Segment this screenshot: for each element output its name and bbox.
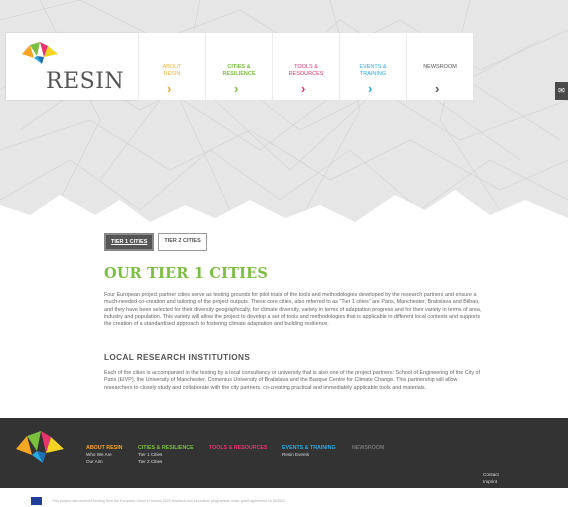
chevron-right-icon: › (435, 81, 440, 96)
mail-icon: ✉ (558, 86, 565, 95)
nav-item-newsroom[interactable]: NEWSROOM › (406, 33, 473, 100)
section-heading: LOCAL RESEARCH INSTITUTIONS (104, 353, 251, 362)
footer-link-about-resin[interactable]: ABOUT RESIN (86, 445, 123, 452)
footer-link-our-aim[interactable]: Our Aim (86, 459, 123, 466)
side-contact-tab[interactable]: ✉ (555, 82, 568, 100)
footer-link-newsroom[interactable]: NEWSROOM (352, 445, 384, 452)
chevron-right-icon: › (368, 81, 373, 96)
nav-item-tools-resources[interactable]: TOOLS & RESOURCES › (272, 33, 339, 100)
nav-item-label: ABOUT RESIN (162, 64, 182, 77)
hero-banner: RESIN ABOUT RESIN › CITIES & RESILIENCE … (0, 0, 568, 235)
footer-link-tools-resources[interactable]: TOOLS & RESOURCES (209, 445, 267, 452)
footer-col-cities: CITIES & RESILIENCE Tier 1 Cities Tier 2… (138, 445, 194, 465)
tab-tier-2-cities[interactable]: TIER 2 CITIES (158, 233, 207, 251)
footer-link-contact[interactable]: Contact (483, 471, 499, 478)
nav-item-about-resin[interactable]: ABOUT RESIN › (138, 33, 205, 100)
eu-funding-notice: This project has received funding from t… (0, 488, 568, 507)
footer-link-resin-events[interactable]: Resin Events (282, 452, 336, 459)
footer-link-events-training[interactable]: EVENTS & TRAINING (282, 445, 336, 452)
resin-logo-icon (22, 42, 58, 64)
footer-logo-icon (16, 431, 64, 463)
nav-item-label: TOOLS & RESOURCES (288, 64, 324, 77)
nav-item-cities-resilience[interactable]: CITIES & RESILIENCE › (205, 33, 272, 100)
nav-item-label: CITIES & RESILIENCE (222, 64, 256, 77)
footer-right-links: Contact Imprint (483, 471, 499, 485)
nav-item-label: NEWSROOM (423, 64, 457, 70)
footer-col-events: EVENTS & TRAINING Resin Events (282, 445, 336, 459)
tier-tabs: TIER 1 CITIES TIER 2 CITIES (104, 233, 207, 251)
tab-tier-1-cities[interactable]: TIER 1 CITIES (104, 233, 155, 251)
chevron-right-icon: › (301, 81, 306, 96)
chevron-right-icon: › (167, 81, 172, 96)
chevron-right-icon: › (234, 81, 239, 96)
footer-link-tier-1-cities[interactable]: Tier 1 Cities (138, 452, 194, 459)
footer-link-who-we-are[interactable]: Who We Are (86, 452, 123, 459)
footer-link-imprint[interactable]: Imprint (483, 478, 499, 485)
nav-item-label: EVENTS & TRAINING (359, 64, 387, 77)
eu-funding-text: This project has received funding from t… (52, 499, 287, 503)
footer-link-tier-2-cities[interactable]: Tier 2 Cities (138, 459, 194, 466)
page-title: OUR TIER 1 CITIES (104, 265, 269, 282)
footer: ABOUT RESIN Who We Are Our Aim CITIES & … (0, 418, 568, 488)
main-nav: ABOUT RESIN › CITIES & RESILIENCE › TOOL… (138, 33, 473, 100)
footer-col-about: ABOUT RESIN Who We Are Our Aim (86, 445, 123, 465)
intro-paragraph: Four European project partner cities ser… (104, 292, 482, 328)
footer-col-tools: TOOLS & RESOURCES (209, 445, 267, 452)
footer-link-cities-resilience[interactable]: CITIES & RESILIENCE (138, 445, 194, 452)
eu-flag-icon (31, 497, 42, 505)
nav-item-events-training[interactable]: EVENTS & TRAINING › (339, 33, 406, 100)
logo-text: RESIN (46, 69, 125, 94)
research-paragraph: Each of the cities is accompanied in the… (104, 370, 481, 391)
footer-col-newsroom: NEWSROOM (352, 445, 384, 452)
logo[interactable]: RESIN (6, 33, 138, 100)
